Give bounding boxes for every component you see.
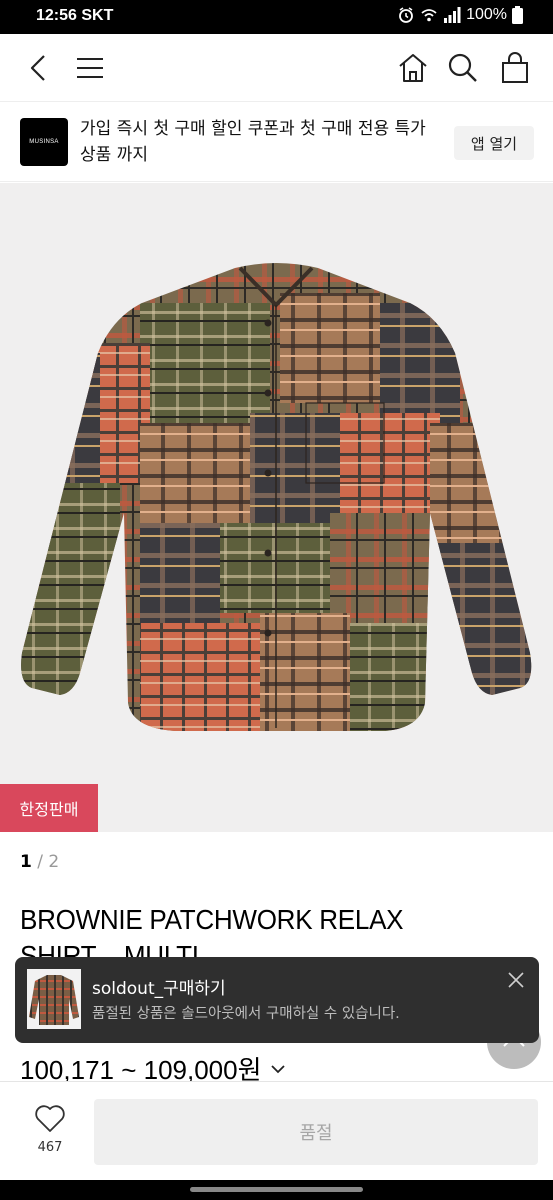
home-icon[interactable] bbox=[396, 51, 430, 85]
like-button[interactable]: 467 bbox=[24, 1104, 76, 1155]
hamburger-icon[interactable] bbox=[73, 51, 107, 85]
shopping-bag-icon[interactable] bbox=[498, 51, 532, 85]
alarm-icon bbox=[399, 7, 413, 23]
toast-title: soldout_구매하기 bbox=[92, 979, 226, 999]
top-nav bbox=[0, 34, 553, 102]
toast-subtitle: 품절된 상품은 솔드아웃에서 구매하실 수 있습니다. bbox=[92, 1006, 400, 1022]
like-count: 467 bbox=[37, 1140, 63, 1155]
app-promo-banner: MUSINSA 가입 즉시 첫 구매 할인 쿠폰과 첫 구매 전용 특가 상품 … bbox=[0, 102, 553, 182]
banner-text: 가입 즉시 첫 구매 할인 쿠폰과 첫 구매 전용 특가 상품 까지 bbox=[80, 119, 426, 165]
soldout-toast[interactable]: soldout_구매하기 품절된 상품은 솔드아웃에서 구매하실 수 있습니다. bbox=[15, 957, 539, 1043]
chevron-down-icon[interactable] bbox=[268, 1059, 288, 1079]
pager-total: 2 bbox=[48, 852, 60, 872]
status-bar: 12:56 SKT 100% bbox=[0, 0, 553, 34]
bottom-action-bar: 467 품절 bbox=[0, 1081, 553, 1180]
open-app-button[interactable]: 앱 열기 bbox=[454, 126, 534, 160]
musinsa-logo: MUSINSA bbox=[20, 118, 68, 166]
battery-icon bbox=[512, 6, 523, 24]
search-icon[interactable] bbox=[446, 51, 480, 85]
soldout-button[interactable]: 품절 bbox=[94, 1099, 538, 1165]
home-gesture-pill[interactable] bbox=[190, 1187, 363, 1192]
heart-icon bbox=[35, 1105, 65, 1132]
status-icons: 100% bbox=[397, 6, 523, 24]
pager-separator: / bbox=[37, 852, 43, 872]
toast-product-thumbnail bbox=[27, 969, 81, 1029]
chevron-left-icon[interactable] bbox=[22, 51, 56, 85]
product-image[interactable] bbox=[0, 183, 553, 832]
system-gesture-bar bbox=[0, 1180, 553, 1200]
shirt-illustration bbox=[21, 263, 532, 731]
signal-icon bbox=[444, 7, 461, 23]
pager-current: 1 bbox=[20, 852, 32, 872]
close-icon[interactable] bbox=[507, 971, 525, 989]
shirt-thumbnail bbox=[29, 975, 79, 1025]
wifi-icon bbox=[421, 9, 437, 22]
limited-sale-badge: 한정판매 bbox=[0, 784, 98, 832]
battery-percent: 100% bbox=[466, 6, 507, 23]
status-time: 12:56 SKT bbox=[36, 7, 114, 24]
image-pager: 1 / 2 bbox=[20, 852, 59, 872]
